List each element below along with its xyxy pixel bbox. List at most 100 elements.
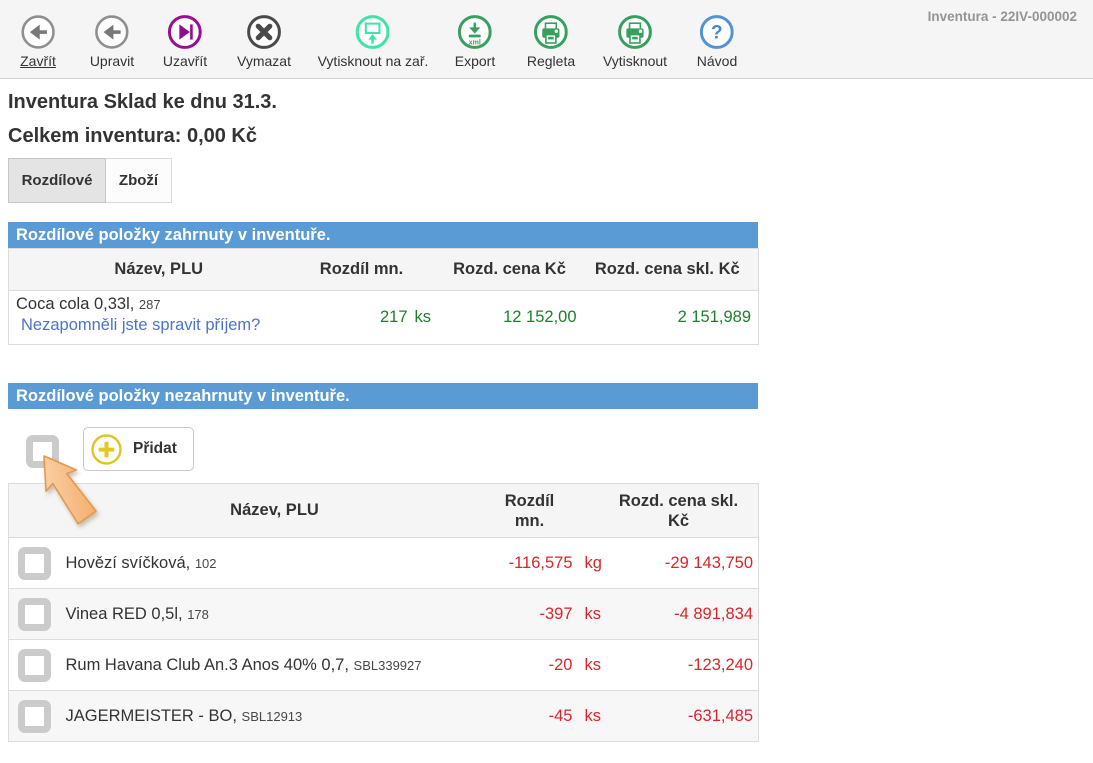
add-controls: Přidat bbox=[8, 427, 1093, 471]
download-xml-icon bbox=[458, 15, 492, 49]
row-checkbox[interactable] bbox=[18, 649, 51, 682]
column-header-qty: Rozdíl mn. bbox=[490, 484, 581, 538]
included-items-table: Název, PLU Rozdíl mn. Rozd. cena Kč Rozd… bbox=[8, 248, 759, 345]
tab-bar: Rozdílové Zboží bbox=[8, 158, 1093, 203]
item-plu: 287 bbox=[139, 297, 161, 312]
table-row: Coca cola 0,33l, 287 Nezapomněli jste sp… bbox=[9, 291, 759, 345]
excluded-section-header: Rozdílové položky nezahrnuty v inventuře… bbox=[8, 383, 758, 409]
qty-value: -45 bbox=[490, 691, 581, 742]
table-row: Vinea RED 0,5l, 178 -397 ks -4 891,834 bbox=[9, 589, 759, 640]
toolbar-label: Návod bbox=[697, 54, 737, 69]
name-cell: Vinea RED 0,5l, 178 bbox=[60, 589, 490, 640]
column-header-stock-price: Rozd. cena skl. Kč bbox=[585, 249, 759, 291]
name-cell: Rum Havana Club An.3 Anos 40% 0,7, SBL33… bbox=[60, 640, 490, 691]
toolbar-button-vymazat[interactable]: Vymazat bbox=[237, 15, 291, 69]
table-row: JAGERMEISTER - BO, SBL12913 -45 ks -631,… bbox=[9, 691, 759, 742]
page-body: Inventura Sklad ke dnu 31.3. Celkem inve… bbox=[0, 92, 1093, 742]
page-title: Inventura Sklad ke dnu 31.3. bbox=[8, 92, 1093, 112]
table-header-row: Název, PLU Rozdíl mn. Rozd. cena skl. Kč bbox=[9, 484, 759, 538]
row-checkbox[interactable] bbox=[18, 700, 51, 733]
item-plu: SBL339927 bbox=[354, 658, 422, 673]
printer-icon bbox=[534, 15, 568, 49]
qty-unit: ks bbox=[581, 640, 616, 691]
plus-icon bbox=[91, 434, 122, 465]
toolbar-label: Zavřít bbox=[20, 54, 56, 69]
toolbar-label: Vytisknout bbox=[603, 54, 667, 69]
toolbar-label: Export bbox=[455, 54, 495, 69]
price-value: 12 152,00 bbox=[445, 291, 585, 345]
toolbar-button-regleta[interactable]: Regleta bbox=[527, 15, 575, 69]
checkbox-cell bbox=[9, 640, 60, 691]
tab-zbozi[interactable]: Zboží bbox=[106, 158, 172, 203]
toolbar-label: Uzavřít bbox=[163, 54, 207, 69]
item-plu: 102 bbox=[195, 556, 217, 571]
qty-unit: ks bbox=[411, 291, 445, 345]
qty-value: -20 bbox=[490, 640, 581, 691]
column-header-qty: Rozdíl mn. bbox=[296, 249, 445, 291]
toolbar-label: Regleta bbox=[527, 54, 575, 69]
column-header-stock-price: Rozd. cena skl. Kč bbox=[616, 484, 759, 538]
x-circle-icon bbox=[247, 15, 281, 49]
column-header-checkbox bbox=[9, 484, 60, 538]
toolbar-label: Vymazat bbox=[237, 54, 291, 69]
stock-price-value: -123,240 bbox=[616, 640, 759, 691]
qty-value: -397 bbox=[490, 589, 581, 640]
printer-icon bbox=[618, 15, 652, 49]
tab-rozdilove[interactable]: Rozdílové bbox=[8, 158, 106, 203]
item-name: Rum Havana Club An.3 Anos 40% 0,7, bbox=[66, 656, 349, 674]
checkbox-cell bbox=[9, 691, 60, 742]
table-row: Rum Havana Club An.3 Anos 40% 0,7, SBL33… bbox=[9, 640, 759, 691]
included-section-header: Rozdílové položky zahrnuty v inventuře. bbox=[8, 222, 758, 248]
stock-price-value: -631,485 bbox=[616, 691, 759, 742]
toolbar-button-navod[interactable]: Návod bbox=[697, 15, 737, 69]
name-cell: Coca cola 0,33l, 287 Nezapomněli jste sp… bbox=[9, 291, 296, 345]
row-checkbox[interactable] bbox=[18, 598, 51, 631]
add-button[interactable]: Přidat bbox=[83, 427, 194, 471]
qty-unit: ks bbox=[581, 691, 616, 742]
item-name: Hovězí svíčková, bbox=[66, 554, 191, 572]
table-header-row: Název, PLU Rozdíl mn. Rozd. cena Kč Rozd… bbox=[9, 249, 759, 291]
qty-value: 217 bbox=[296, 291, 411, 345]
item-name: Vinea RED 0,5l, bbox=[66, 605, 183, 623]
question-icon bbox=[700, 15, 734, 49]
select-all-checkbox[interactable] bbox=[26, 435, 59, 468]
toolbar-button-upravit[interactable]: Upravit bbox=[90, 15, 134, 69]
toolbar-button-export[interactable]: Export bbox=[455, 15, 495, 69]
qty-unit: kg bbox=[581, 538, 616, 589]
toolbar-button-uzavrit[interactable]: Uzavřít bbox=[163, 15, 207, 69]
toolbar-button-vytisknout-na-zar[interactable]: Vytisknout na zař. bbox=[318, 15, 429, 69]
display-print-icon bbox=[356, 15, 390, 49]
toolbar: Zavřít Upravit Uzavřít Vymazat Vytisknou… bbox=[0, 0, 1093, 79]
column-header-name: Název, PLU bbox=[60, 484, 490, 538]
excluded-items-table: Název, PLU Rozdíl mn. Rozd. cena skl. Kč… bbox=[8, 483, 759, 742]
item-plu: SBL12913 bbox=[242, 709, 303, 724]
document-reference: Inventura - 22IV-000002 bbox=[928, 9, 1077, 24]
toolbar-button-zavrit[interactable]: Zavřít bbox=[20, 15, 56, 69]
toolbar-button-vytisknout[interactable]: Vytisknout bbox=[603, 15, 667, 69]
column-header-label: Rozd. cena skl. Kč bbox=[616, 491, 742, 531]
add-button-label: Přidat bbox=[133, 440, 177, 458]
skip-end-icon bbox=[168, 15, 202, 49]
column-header-unit bbox=[581, 484, 616, 538]
stock-price-value: -4 891,834 bbox=[616, 589, 759, 640]
arrow-left-icon bbox=[95, 15, 129, 49]
name-cell: JAGERMEISTER - BO, SBL12913 bbox=[60, 691, 490, 742]
stock-price-value: 2 151,989 bbox=[585, 291, 759, 345]
item-plu: 178 bbox=[187, 607, 209, 622]
row-checkbox[interactable] bbox=[18, 547, 51, 580]
item-name: Coca cola 0,33l, bbox=[16, 295, 134, 313]
qty-unit: ks bbox=[581, 589, 616, 640]
fix-receipt-link[interactable]: Nezapomněli jste spravit příjem? bbox=[16, 315, 260, 336]
arrow-left-icon bbox=[21, 15, 55, 49]
total-inventory: Celkem inventura: 0,00 Kč bbox=[8, 126, 1093, 146]
column-header-label: Rozdíl mn. bbox=[501, 491, 559, 531]
checkbox-cell bbox=[9, 589, 60, 640]
table-row: Hovězí svíčková, 102 -116,575 kg -29 143… bbox=[9, 538, 759, 589]
qty-value: -116,575 bbox=[490, 538, 581, 589]
item-name: JAGERMEISTER - BO, bbox=[66, 707, 237, 725]
stock-price-value: -29 143,750 bbox=[616, 538, 759, 589]
column-header-name: Název, PLU bbox=[9, 249, 296, 291]
name-cell: Hovězí svíčková, 102 bbox=[60, 538, 490, 589]
column-header-price: Rozd. cena Kč bbox=[445, 249, 585, 291]
checkbox-cell bbox=[9, 538, 60, 589]
